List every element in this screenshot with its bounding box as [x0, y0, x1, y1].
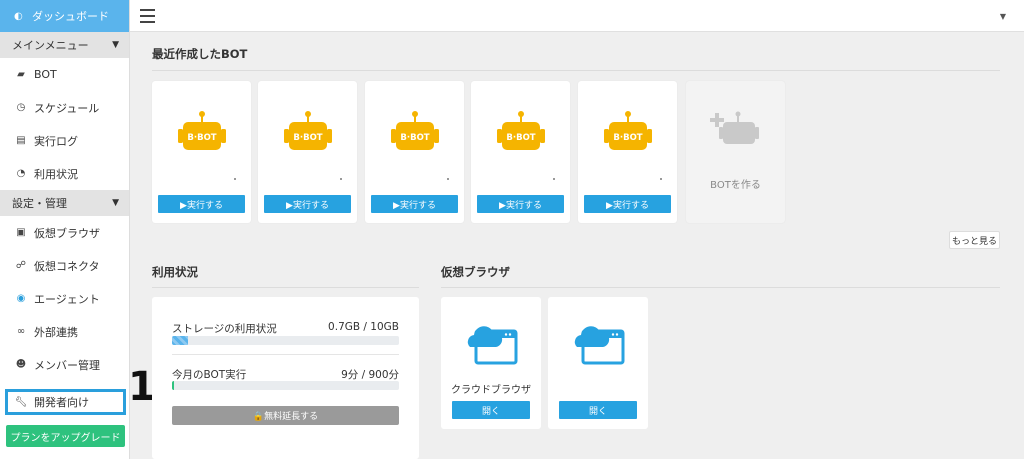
clock-icon: ◷ — [16, 102, 26, 113]
show-more-button[interactable]: もっと見る — [949, 231, 1000, 249]
bot-card[interactable]: B·BOT ▶実行する — [578, 81, 677, 223]
users-icon: ☻ — [15, 359, 27, 370]
virtual-browser-name: クラウドブラウザ — [451, 385, 531, 396]
storage-value: 0.7GB / 10GB — [328, 321, 399, 333]
usage-panel: ストレージの利用状況 0.7GB / 10GB 今月のBOT実行 9分 / 90… — [152, 297, 419, 459]
run-bot-button[interactable]: ▶実行する — [584, 195, 671, 213]
create-bot-label: BOTを作る — [710, 180, 761, 191]
virtual-browser-title: 仮想ブラウザ — [441, 265, 510, 279]
bot-robot-icon: B·BOT — [391, 111, 439, 150]
sidebar-item-label: スケジュール — [34, 101, 100, 115]
sidebar-item-log[interactable]: ▤ 実行ログ — [0, 124, 129, 157]
usage-title: 利用状況 — [152, 265, 198, 279]
sidebar: ◐ ダッシュボード メインメニュー ▼ ▰ BOT ◷ スケジュール ▤ 実行ロ… — [0, 0, 130, 459]
bot-robot-icon: B·BOT — [497, 111, 545, 150]
sidebar-item-dashboard[interactable]: ◐ ダッシュボード — [0, 0, 129, 32]
divider — [441, 287, 1000, 288]
sidebar-item-label: BOT — [34, 68, 57, 81]
sidebar-item-label: ダッシュボード — [32, 10, 109, 23]
bot-badge-text: B·BOT — [613, 133, 642, 143]
run-bot-button[interactable]: ▶実行する — [264, 195, 351, 213]
window-icon: ▣ — [16, 227, 26, 238]
storage-progress-bar — [172, 336, 399, 345]
divider — [152, 287, 419, 288]
sidebar-item-integration[interactable]: ∞ 外部連携 — [0, 315, 129, 348]
open-browser-button[interactable]: 開く — [559, 401, 637, 419]
bot-name-trace — [660, 178, 662, 180]
divider — [152, 70, 1000, 71]
sidebar-item-virtual-browser[interactable]: ▣ 仮想ブラウザ — [0, 216, 129, 249]
sidebar-item-virtual-connector[interactable]: ☍ 仮想コネクタ — [0, 249, 129, 282]
recent-bots-title: 最近作成したBOT — [152, 47, 248, 61]
sidebar-item-label: 仮想コネクタ — [34, 259, 100, 273]
bot-runtime-label: 今月のBOT実行 — [172, 369, 247, 381]
bot-icon: ▰ — [17, 69, 25, 80]
cloud-browser-icon — [574, 326, 625, 365]
divider — [172, 354, 399, 355]
bot-robot-icon: B·BOT — [178, 111, 226, 150]
section-label: メインメニュー — [12, 39, 89, 52]
bot-badge-text: B·BOT — [293, 133, 322, 143]
sidebar-item-label: エージェント — [34, 292, 100, 306]
sidebar-item-members[interactable]: ☻ メンバー管理 — [0, 348, 129, 381]
chevron-down-icon: ▼ — [112, 40, 119, 50]
bot-card[interactable]: B·BOT ▶実行する — [152, 81, 251, 223]
bot-badge-text: B·BOT — [506, 133, 535, 143]
sidebar-item-agent[interactable]: ◉ エージェント — [0, 282, 129, 315]
bot-badge-text: B·BOT — [400, 133, 429, 143]
cloud-browser-icon — [467, 326, 518, 365]
run-bot-button[interactable]: ▶実行する — [371, 195, 458, 213]
add-bot-icon — [710, 111, 759, 144]
sidebar-item-usage[interactable]: ◔ 利用状況 — [0, 157, 129, 190]
top-bar: ▼ — [130, 0, 1024, 32]
bot-card[interactable]: B·BOT ▶実行する — [471, 81, 570, 223]
sidebar-item-label: 開発者向け — [34, 396, 89, 409]
run-bot-button[interactable]: ▶実行する — [477, 195, 564, 213]
connector-icon: ☍ — [15, 260, 27, 271]
sidebar-item-label: 利用状況 — [34, 167, 78, 181]
run-bot-button[interactable]: ▶実行する — [158, 195, 245, 213]
hamburger-menu-icon[interactable] — [140, 9, 155, 23]
agent-icon: ◉ — [16, 293, 26, 304]
storage-label: ストレージの利用状況 — [172, 323, 277, 335]
upgrade-plan-button[interactable]: プランをアップグレード — [6, 425, 125, 447]
bot-runtime-progress-fill — [172, 381, 175, 390]
bot-name-trace — [340, 178, 342, 180]
sidebar-item-bot[interactable]: ▰ BOT — [0, 58, 129, 91]
bot-name-trace — [553, 178, 555, 180]
free-extension-button[interactable]: 🔒無料延長する — [172, 406, 399, 425]
sidebar-item-schedule[interactable]: ◷ スケジュール — [0, 91, 129, 124]
pie-chart-icon: ◔ — [16, 168, 26, 179]
bot-name-trace — [234, 178, 236, 180]
link-icon: ∞ — [16, 326, 26, 337]
virtual-browser-card[interactable]: クラウドブラウザ開く — [441, 297, 541, 429]
section-label: 設定・管理 — [12, 197, 67, 210]
sidebar-item-label: 仮想ブラウザ — [34, 226, 100, 240]
sidebar-item-developer[interactable]: 🔧︎ 開発者向け — [5, 389, 126, 415]
bot-robot-icon: B·BOT — [284, 111, 332, 150]
bot-name-trace — [447, 178, 449, 180]
sidebar-item-label: 外部連携 — [34, 325, 78, 339]
section-settings[interactable]: 設定・管理 ▼ — [0, 190, 129, 216]
file-icon: ▤ — [16, 135, 26, 146]
sidebar-item-label: メンバー管理 — [34, 358, 100, 372]
user-menu-chevron-icon[interactable]: ▼ — [1000, 12, 1006, 21]
wrench-icon: 🔧︎ — [14, 396, 28, 408]
bot-runtime-progress-bar — [172, 381, 399, 390]
sidebar-item-label: 実行ログ — [34, 134, 78, 148]
virtual-browser-card[interactable]: 開く — [548, 297, 648, 429]
section-main-menu[interactable]: メインメニュー ▼ — [0, 32, 129, 58]
dashboard-icon: ◐ — [14, 10, 23, 22]
open-browser-button[interactable]: 開く — [452, 401, 530, 419]
bot-runtime-value: 9分 / 900分 — [341, 369, 399, 381]
storage-progress-fill — [172, 336, 188, 345]
chevron-down-icon: ▼ — [112, 198, 119, 208]
bot-card[interactable]: B·BOT ▶実行する — [365, 81, 464, 223]
bot-robot-icon: B·BOT — [604, 111, 652, 150]
bot-badge-text: B·BOT — [187, 133, 216, 143]
bot-card[interactable]: B·BOT ▶実行する — [258, 81, 357, 223]
create-bot-card[interactable]: BOTを作る — [686, 81, 785, 223]
